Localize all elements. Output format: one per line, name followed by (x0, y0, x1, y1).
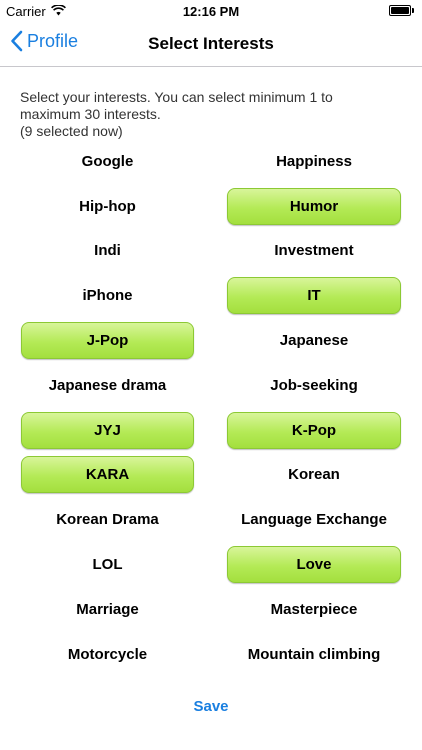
interest-item[interactable]: Korean Drama (21, 501, 194, 538)
instructions-line-1: Select your interests. You can select mi… (20, 89, 333, 105)
status-bar: Carrier 12:16 PM (0, 0, 422, 22)
interest-item[interactable]: Happiness (227, 143, 401, 180)
save-button[interactable]: Save (0, 698, 422, 715)
battery-fill (391, 7, 409, 14)
interest-item[interactable]: Marriage (21, 591, 194, 628)
interest-item[interactable]: KARA (21, 456, 194, 494)
page-title: Select Interests (148, 34, 274, 53)
interest-item[interactable]: Mountain climbing (227, 636, 401, 673)
interest-item[interactable]: Japanese (227, 322, 401, 359)
navigation-bar: Profile Select Interests (0, 22, 422, 67)
instructions: Select your interests. You can select mi… (20, 89, 410, 140)
interest-item[interactable]: Humor (227, 187, 401, 225)
selected-count-text: (9 selected now) (20, 123, 123, 139)
interest-item[interactable]: Job-seeking (227, 367, 401, 404)
status-time: 12:16 PM (182, 4, 240, 19)
instructions-line-2: maximum 30 interests. (20, 106, 161, 122)
interest-item[interactable]: IT (227, 277, 401, 315)
interest-item[interactable]: Hip-hop (21, 188, 194, 225)
interest-item[interactable]: Motorcycle (21, 636, 194, 673)
interest-item[interactable]: J-Pop (21, 322, 194, 360)
interest-item[interactable]: Investment (227, 232, 401, 269)
interest-item[interactable]: Masterpiece (227, 591, 401, 628)
interest-item[interactable]: Korean (227, 456, 401, 493)
interest-item[interactable]: Google (21, 143, 194, 180)
interest-item[interactable]: Love (227, 546, 401, 584)
battery-icon (389, 5, 415, 17)
interest-grid: Google Happiness Hip-hop Humor Indi Investmen… (21, 139, 401, 677)
interest-item[interactable]: Indi (21, 232, 194, 269)
interest-item[interactable]: iPhone (21, 277, 194, 314)
interest-item[interactable]: Language Exchange (227, 501, 401, 538)
interest-item[interactable]: JYJ (21, 411, 194, 449)
interest-item[interactable]: LOL (21, 546, 194, 583)
interest-item[interactable]: K-Pop (227, 411, 401, 449)
interest-item[interactable]: Japanese drama (21, 367, 194, 404)
